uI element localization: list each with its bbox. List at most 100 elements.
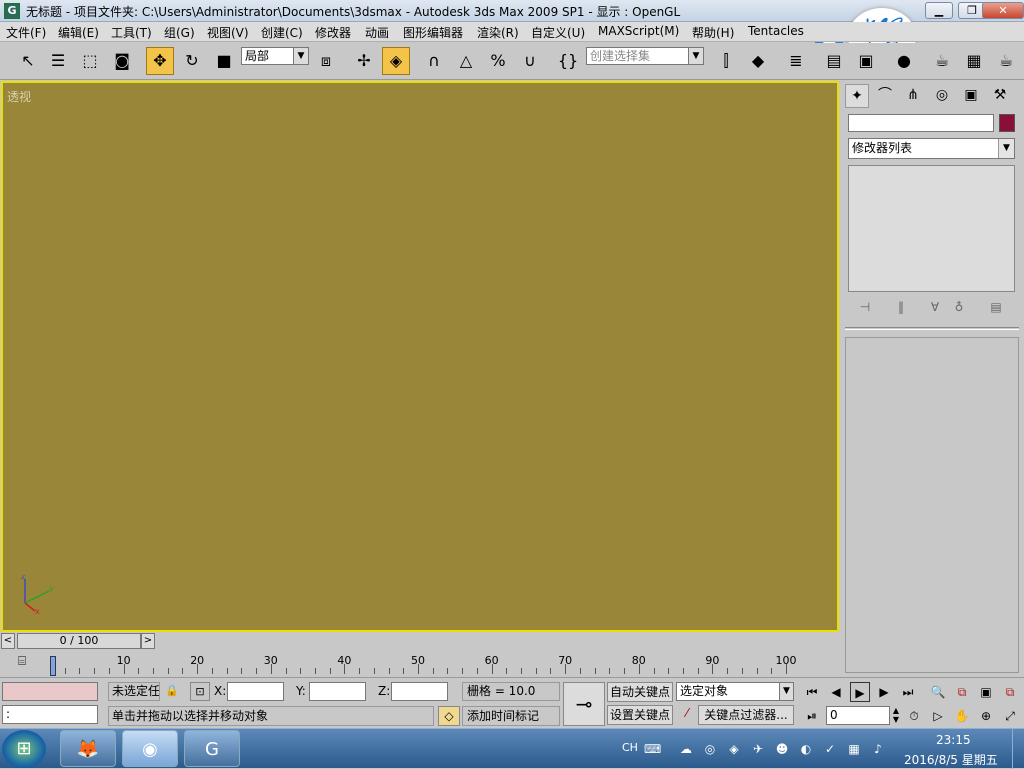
keyboard-shortcut-override-icon[interactable]: ◈ xyxy=(382,47,410,75)
pivot-center-icon[interactable]: ⧈ xyxy=(312,47,340,75)
next-frame-icon[interactable]: ▶ xyxy=(874,682,894,702)
create-tab-icon[interactable]: ✦ xyxy=(845,84,869,108)
auto-key-button[interactable]: 自动关键点 xyxy=(607,682,673,702)
keyboard-icon[interactable]: ⌨ xyxy=(644,741,661,757)
tray-shield-icon[interactable]: ✓ xyxy=(822,741,838,757)
field-of-view-icon[interactable]: ▷ xyxy=(928,706,948,726)
current-frame-input[interactable]: 0 xyxy=(826,706,890,725)
time-configuration-icon[interactable]: ⏱ xyxy=(904,706,924,726)
taskbar-3dsmax-app-icon[interactable]: G xyxy=(184,730,240,767)
curve-editor-icon[interactable]: ▤ xyxy=(820,47,848,75)
rect-selection-icon[interactable]: ⬚ xyxy=(76,47,104,75)
display-tab-icon[interactable]: ▣ xyxy=(959,84,983,108)
time-slider-next-button[interactable]: > xyxy=(141,633,155,649)
select-move-icon[interactable]: ✥ xyxy=(146,47,174,75)
add-time-tag-button[interactable]: 添加时间标记 xyxy=(462,706,560,726)
modify-tab-icon[interactable]: ⌒ xyxy=(873,84,897,108)
rendered-frame-window-icon[interactable]: ▦ xyxy=(960,47,988,75)
select-by-name-icon[interactable]: ☰ xyxy=(44,47,72,75)
modifier-stack-list[interactable] xyxy=(848,165,1015,292)
time-tag-icon[interactable]: ◇ xyxy=(438,706,460,726)
track-bar[interactable]: ⌸ 10 20 30 40 50 60 70 80 90 100 xyxy=(0,650,838,676)
mini-curve-editor-icon[interactable]: ⌸ xyxy=(12,654,32,672)
frame-spinner-icon[interactable]: ▲ ▼ xyxy=(891,706,901,725)
coord-system-select[interactable]: 局部 ▼ xyxy=(241,47,309,65)
network-icon[interactable]: ▦ xyxy=(846,741,862,757)
maxscript-mini-listener[interactable] xyxy=(2,682,98,701)
spinner-snap-icon[interactable]: ∪ xyxy=(516,47,544,75)
menu-graph-editors[interactable]: 图形编辑器 xyxy=(403,24,463,41)
configure-modifier-sets-icon[interactable]: ▤ xyxy=(987,298,1005,316)
menu-group[interactable]: 组(G) xyxy=(164,24,195,41)
minimize-button[interactable]: ▁ xyxy=(925,2,953,19)
time-slider-thumb[interactable]: 0 / 100 xyxy=(17,633,141,649)
menu-edit[interactable]: 编辑(E) xyxy=(58,24,99,41)
schematic-view-icon[interactable]: ▣ xyxy=(852,47,880,75)
clock-time[interactable]: 23:15 xyxy=(936,733,971,747)
pan-view-icon[interactable]: ✋ xyxy=(952,706,972,726)
remove-modifier-icon[interactable]: ♁ xyxy=(950,298,968,316)
key-mode-toggle-icon[interactable]: ⏯ xyxy=(802,706,822,726)
tray-security-icon[interactable]: ◈ xyxy=(726,741,742,757)
snap-3d-icon[interactable]: ∩ xyxy=(420,47,448,75)
angle-snap-icon[interactable]: △ xyxy=(452,47,480,75)
go-to-start-icon[interactable]: ⏮ xyxy=(802,682,822,702)
maxscript-output[interactable]: : xyxy=(2,705,98,724)
object-color-swatch[interactable] xyxy=(999,114,1015,132)
time-slider-prev-button[interactable]: < xyxy=(1,633,15,649)
orbit-icon[interactable]: ⊕ xyxy=(976,706,996,726)
make-unique-icon[interactable]: ∀ xyxy=(926,298,944,316)
viewport-label[interactable]: 透视 xyxy=(7,88,31,105)
taskbar-fox-app-icon[interactable]: 🦊 xyxy=(60,730,116,767)
volume-icon[interactable]: ♪ xyxy=(870,741,886,757)
tray-bird-icon[interactable]: ✈ xyxy=(750,741,766,757)
menu-tools[interactable]: 工具(T) xyxy=(111,24,152,41)
window-crossing-icon[interactable]: ◙ xyxy=(108,47,136,75)
tray-volume-alt-icon[interactable]: ◐ xyxy=(798,741,814,757)
menu-rendering[interactable]: 渲染(R) xyxy=(477,24,519,41)
align-icon[interactable]: ◆ xyxy=(744,47,772,75)
y-coordinate-input[interactable] xyxy=(309,682,366,701)
current-frame-marker[interactable] xyxy=(50,656,56,676)
quick-render-icon[interactable]: ☕ xyxy=(992,47,1020,75)
manipulate-icon[interactable]: ✢ xyxy=(350,47,378,75)
maximize-viewport-icon[interactable]: ⤢ xyxy=(1000,706,1020,726)
hierarchy-tab-icon[interactable]: ⋔ xyxy=(901,84,925,108)
layer-manager-icon[interactable]: ≣ xyxy=(782,47,810,75)
mirror-icon[interactable]: ⫿ xyxy=(712,47,740,75)
previous-frame-icon[interactable]: ◀ xyxy=(826,682,846,702)
zoom-extents-icon[interactable]: ▣ xyxy=(976,682,996,702)
select-rotate-icon[interactable]: ↻ xyxy=(178,47,206,75)
tray-browser-icon[interactable]: ◎ xyxy=(702,741,718,757)
named-selection-set-input[interactable]: 创建选择集 ▼ xyxy=(586,47,704,65)
z-coordinate-input[interactable] xyxy=(391,682,448,701)
utilities-tab-icon[interactable]: ⚒ xyxy=(988,84,1012,108)
absolute-mode-icon[interactable]: ⊡ xyxy=(190,682,210,701)
perspective-viewport[interactable]: 透视 z y x xyxy=(1,81,839,632)
x-coordinate-input[interactable] xyxy=(227,682,284,701)
menu-help[interactable]: 帮助(H) xyxy=(692,24,734,41)
menu-maxscript[interactable]: MAXScript(M) xyxy=(598,24,679,38)
clock-date[interactable]: 2016/8/5 星期五 xyxy=(904,751,998,768)
menu-create[interactable]: 创建(C) xyxy=(261,24,303,41)
taskbar-qq-app-icon[interactable]: ◉ xyxy=(122,730,178,767)
input-language[interactable]: CH xyxy=(622,741,638,754)
zoom-extents-all-icon[interactable]: ⧉ xyxy=(1000,682,1020,702)
tray-qq-icon[interactable]: ☻ xyxy=(774,741,790,757)
lock-icon[interactable]: 🔒 xyxy=(165,684,179,698)
zoom-icon[interactable]: 🔍 xyxy=(928,682,948,702)
3ds-max-icon[interactable]: G xyxy=(4,3,20,19)
select-object-icon[interactable]: ↖ xyxy=(14,47,42,75)
go-to-end-icon[interactable]: ⏭ xyxy=(898,682,918,702)
start-button-icon[interactable]: ⊞ xyxy=(2,730,46,768)
key-filters-button[interactable]: 关键点过滤器... xyxy=(698,705,794,725)
render-setup-icon[interactable]: ☕ xyxy=(928,47,956,75)
material-editor-icon[interactable]: ● xyxy=(890,47,918,75)
tray-cloud-icon[interactable]: ☁ xyxy=(678,741,694,757)
key-mode-select[interactable]: 选定对象 ▼ xyxy=(676,682,794,701)
motion-tab-icon[interactable]: ◎ xyxy=(930,84,954,108)
set-key-mode-key-icon[interactable]: ⊸ xyxy=(563,682,605,726)
menu-modifiers[interactable]: 修改器 xyxy=(315,24,351,41)
track-ruler[interactable]: 10 20 30 40 50 60 70 80 90 100 xyxy=(50,654,798,676)
select-scale-icon[interactable]: ■ xyxy=(210,47,238,75)
